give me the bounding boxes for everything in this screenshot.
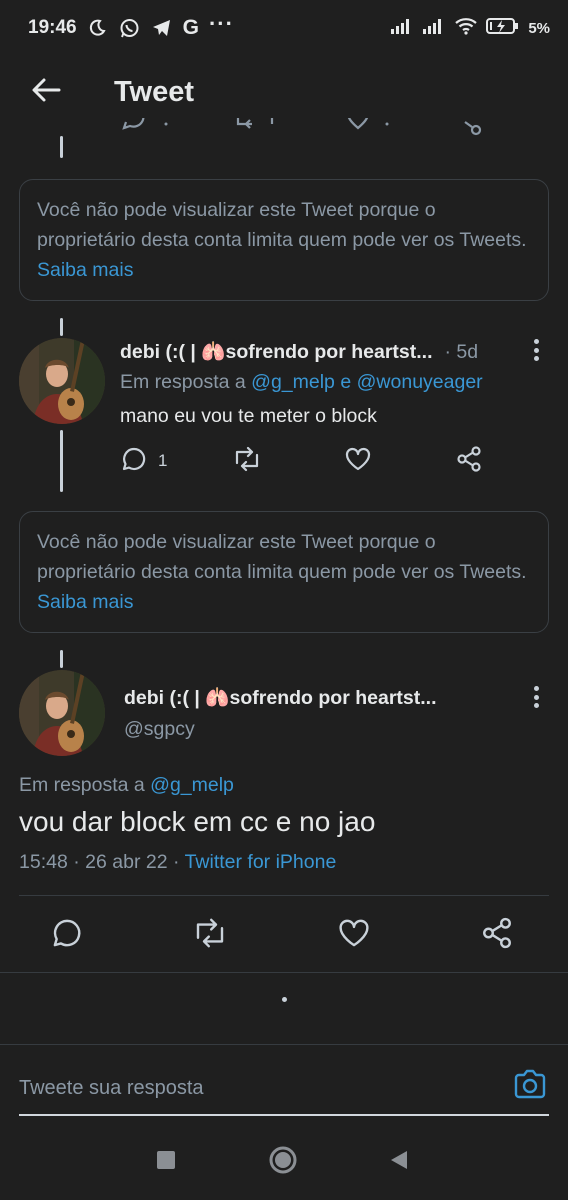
reply-prefix: Em resposta a	[19, 774, 145, 796]
divider	[19, 895, 549, 896]
tweet-date: 26 abr 22	[85, 851, 168, 873]
status-time: 19:46	[28, 17, 77, 38]
avatar[interactable]	[19, 670, 105, 756]
loading-indicator	[282, 997, 287, 1002]
reply-icon	[120, 445, 148, 478]
back-nav-button[interactable]	[381, 1144, 417, 1180]
thread-line	[60, 136, 63, 158]
protected-tweet-notice: Você não pode visualizar este Tweet porq…	[19, 179, 549, 301]
mention-link[interactable]: @g_melp	[150, 774, 234, 796]
tweet-text: vou dar block em cc e no jao	[19, 806, 376, 837]
like-button[interactable]	[344, 445, 372, 477]
triangle-back-icon	[388, 1149, 410, 1176]
tweet-time: 15:48	[19, 851, 68, 873]
reply-composer	[0, 1044, 568, 1124]
dot	[533, 339, 539, 344]
reply-input[interactable]	[19, 1071, 489, 1105]
retweet-button[interactable]	[192, 915, 228, 955]
reply-prefix: Em resposta a	[120, 371, 246, 393]
back-button[interactable]	[26, 72, 66, 112]
input-underline	[19, 1114, 549, 1116]
like-button[interactable]	[337, 915, 371, 955]
status-left: 19:46 G ···	[28, 11, 234, 40]
tweet-actions: 1	[120, 445, 490, 477]
reply-count: 1	[158, 451, 168, 470]
display-name[interactable]: debi (:( | 🫁sofrendo por heartst...	[120, 340, 433, 364]
tweet-source-link[interactable]: Twitter for iPhone	[185, 851, 337, 873]
share-icon	[455, 445, 483, 478]
divider	[0, 972, 568, 973]
recents-button[interactable]	[148, 1144, 184, 1180]
telegram-icon	[151, 18, 173, 38]
learn-more-link[interactable]: Saiba mais	[37, 259, 133, 281]
tweet-time: · 5d	[444, 341, 479, 363]
mention-link[interactable]: @g_melp	[251, 371, 335, 393]
heart-icon	[344, 445, 372, 478]
thread-line	[60, 430, 63, 492]
share-button[interactable]	[480, 915, 514, 955]
more-options-button[interactable]	[526, 336, 546, 364]
tweet-text: mano eu vou te meter o block	[120, 405, 377, 427]
overflow-dots: ···	[208, 11, 234, 36]
mention-link[interactable]: @wonuyeager	[357, 371, 483, 393]
user-handle[interactable]: @sgpcy	[124, 718, 195, 741]
replying-to: Em resposta a @g_melp	[19, 774, 234, 797]
share-icon	[480, 916, 514, 955]
google-icon: G	[182, 16, 199, 39]
square-icon	[156, 1150, 176, 1175]
battery-percent: 5%	[528, 19, 550, 37]
wifi-icon	[454, 16, 478, 40]
heart-icon	[337, 916, 371, 955]
notice-text: Você não pode visualizar este Tweet porq…	[37, 199, 527, 251]
avatar[interactable]	[19, 338, 105, 424]
reply-icon	[50, 916, 84, 955]
share-button[interactable]	[455, 445, 483, 477]
dot	[533, 694, 539, 700]
page-title: Tweet	[114, 76, 195, 108]
retweet-button[interactable]	[232, 445, 262, 477]
moon-icon	[87, 18, 109, 38]
dot	[533, 686, 539, 691]
dot	[533, 703, 539, 708]
signal-icon	[422, 17, 446, 39]
conjunction: e	[340, 371, 352, 393]
tweet-author: debi (:( | 🫁sofrendo por heartst...	[124, 686, 528, 710]
tweet-actions	[50, 915, 520, 955]
thread-line	[60, 318, 63, 336]
dot	[533, 356, 539, 361]
learn-more-link[interactable]: Saiba mais	[37, 591, 133, 613]
camera-icon	[513, 1069, 547, 1104]
more-options-button[interactable]	[526, 683, 546, 711]
retweet-icon	[192, 916, 228, 955]
reply-button[interactable]	[50, 915, 84, 955]
battery-icon	[486, 16, 520, 40]
retweet-icon	[232, 445, 262, 478]
display-name[interactable]: debi (:( | 🫁sofrendo por heartst...	[124, 686, 437, 710]
camera-button[interactable]	[511, 1067, 549, 1105]
dot	[533, 347, 539, 353]
notice-text: Você não pode visualizar este Tweet porq…	[37, 531, 527, 583]
thread-line	[60, 650, 63, 668]
arrow-left-icon	[31, 77, 61, 108]
status-right: 5%	[390, 16, 550, 40]
tweet-author: debi (:( | 🫁sofrendo por heartst... · 5d	[120, 340, 528, 364]
home-button[interactable]	[265, 1144, 301, 1180]
reply-button[interactable]: 1	[120, 445, 167, 477]
replying-to: Em resposta a @g_melp e @wonuyeager	[120, 371, 483, 394]
separator: ·	[172, 851, 180, 873]
protected-tweet-notice: Você não pode visualizar este Tweet porq…	[19, 511, 549, 633]
signal-icon	[390, 17, 414, 39]
separator: ·	[73, 851, 80, 873]
whatsapp-icon	[119, 18, 141, 38]
previous-tweet-actions	[60, 118, 520, 142]
status-bar: 19:46 G ··· 5%	[0, 0, 568, 56]
circle-icon	[268, 1145, 298, 1180]
tweet-meta: 15:48 · 26 abr 22 · Twitter for iPhone	[19, 851, 336, 874]
system-navigation-bar	[0, 1124, 568, 1200]
